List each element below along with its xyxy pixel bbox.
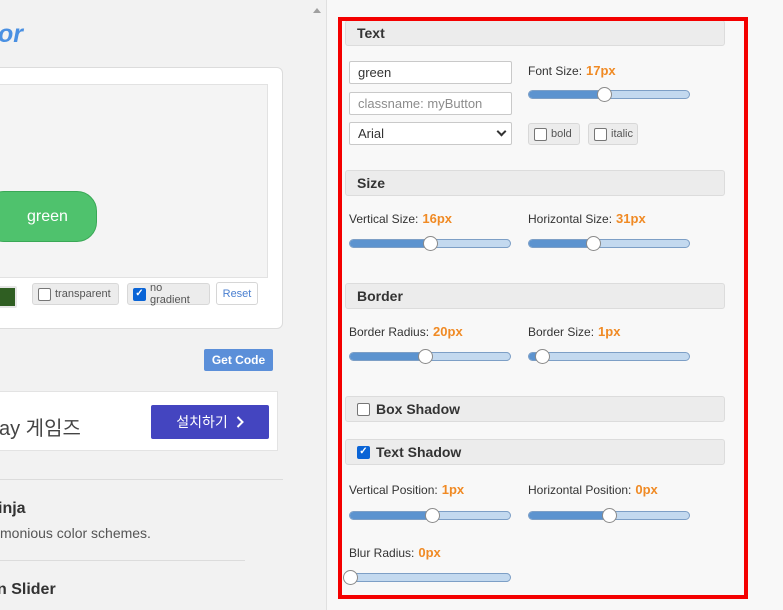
scroll-up-arrow-icon[interactable] bbox=[313, 8, 321, 13]
ad-banner[interactable]: ay 게임즈 설치하기 bbox=[0, 391, 278, 451]
no-gradient-label: no gradient bbox=[150, 282, 190, 306]
link-title-2[interactable]: n Slider bbox=[0, 581, 56, 599]
color-swatch[interactable] bbox=[0, 286, 17, 308]
transparent-label: transparent bbox=[55, 288, 111, 300]
transparent-checkbox[interactable]: transparent bbox=[32, 283, 119, 305]
preview-area: green bbox=[0, 84, 268, 278]
reset-button[interactable]: Reset bbox=[216, 282, 258, 305]
transparent-checkbox-box[interactable] bbox=[38, 287, 51, 301]
app-title: or bbox=[0, 20, 23, 48]
link-title-1[interactable]: inja bbox=[0, 500, 26, 518]
link-desc-1: monious color schemes. bbox=[0, 525, 151, 541]
highlight-frame bbox=[338, 17, 748, 599]
chevron-right-icon bbox=[236, 416, 244, 428]
divider bbox=[0, 479, 283, 480]
ad-text: ay 게임즈 bbox=[0, 418, 81, 440]
divider bbox=[0, 560, 245, 561]
ad-install-button[interactable]: 설치하기 bbox=[151, 405, 269, 439]
no-gradient-checkbox-box[interactable]: ✓ bbox=[133, 287, 146, 301]
ad-install-label: 설치하기 bbox=[176, 414, 228, 430]
preview-button[interactable]: green bbox=[0, 191, 97, 242]
left-column: or green transparent ✓ no gradient Reset… bbox=[0, 0, 305, 610]
get-code-button[interactable]: Get Code bbox=[204, 349, 273, 371]
no-gradient-checkbox[interactable]: ✓ no gradient bbox=[127, 282, 210, 306]
